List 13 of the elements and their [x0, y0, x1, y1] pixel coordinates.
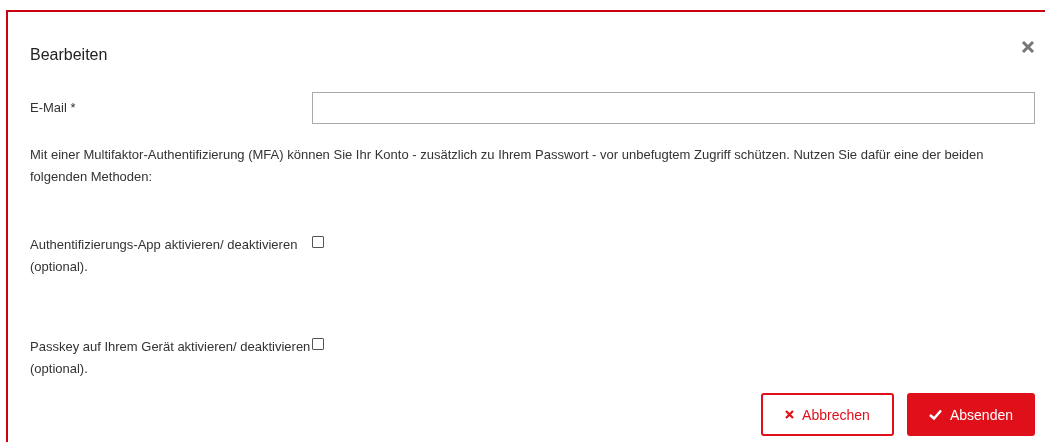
mfa-description: Mit einer Multifaktor-Authentifizierung (MFA) können Sie Ihr Konto - zusätzlich zu Ihrem Passwort - vor unbefugtem Zugriff schützen. Nutzen Sie dafür eine der beiden folgenden Methoden:	[30, 146, 985, 186]
dialog-title: Bearbeiten	[30, 46, 108, 64]
submit-button[interactable]: Absenden	[906, 393, 1035, 436]
option-checkbox[interactable]	[312, 236, 324, 248]
option-checkbox[interactable]	[312, 338, 324, 350]
option-label: Authentifizierungs-App aktivieren/ deaktivieren (optional).	[30, 236, 299, 276]
check-icon	[928, 409, 942, 420]
email-label: E-Mail *	[30, 99, 77, 117]
close-icon	[785, 410, 795, 419]
cancel-button[interactable]: Abbrechen	[760, 393, 894, 436]
close-button[interactable]	[1021, 40, 1035, 54]
option-label: Passkey auf Ihrem Gerät aktivieren/ deaktivieren (optional).	[30, 338, 312, 378]
email-field[interactable]	[312, 92, 1035, 124]
